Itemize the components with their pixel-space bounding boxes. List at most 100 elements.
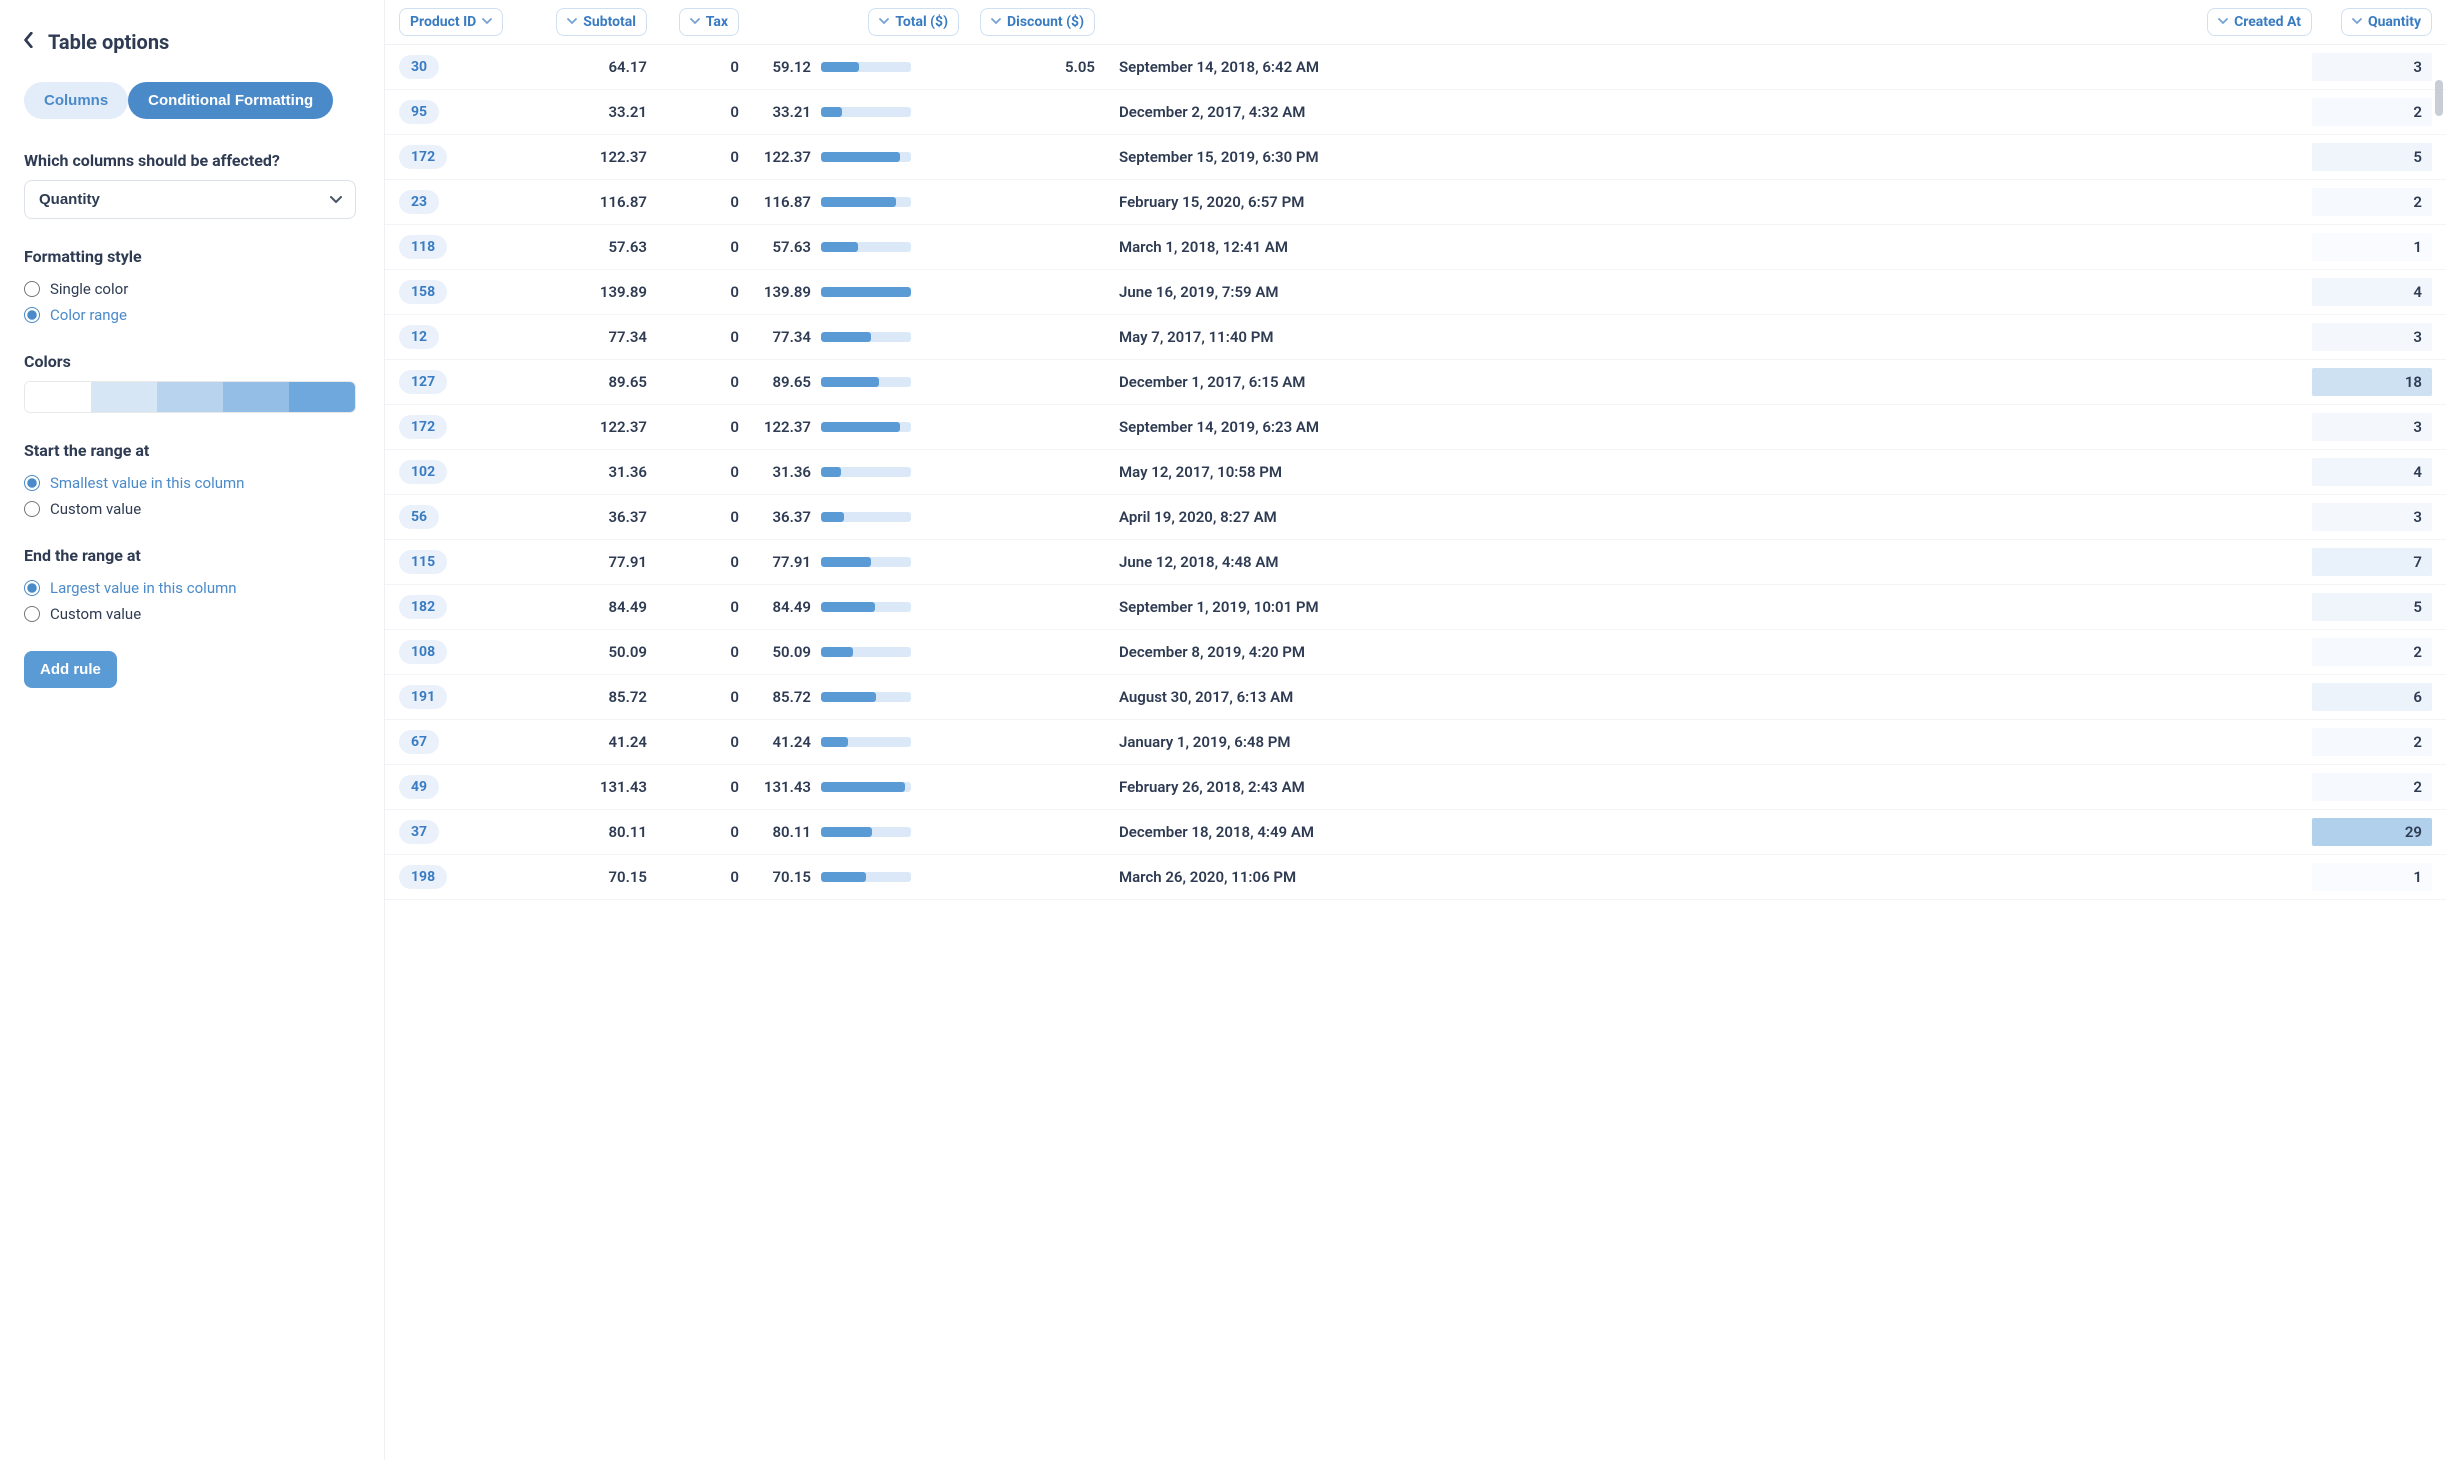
color-swatch[interactable]	[25, 382, 91, 412]
product-id-pill[interactable]: 102	[399, 460, 447, 484]
quantity-value: 2	[2312, 728, 2432, 756]
column-header-pill-discount[interactable]: Discount ($)	[980, 8, 1095, 36]
table-row[interactable]: 172122.370122.37September 15, 2019, 6:30…	[385, 135, 2446, 180]
scrollbar-thumb[interactable]	[2435, 80, 2443, 116]
product-id-pill[interactable]: 67	[399, 730, 439, 754]
total-value: 139.89	[749, 283, 811, 301]
color-swatch[interactable]	[91, 382, 157, 412]
table-options-sidebar: Table options Columns Conditional Format…	[0, 0, 385, 1460]
color-ramp[interactable]	[24, 381, 356, 413]
table-row[interactable]: 1277.34077.34May 7, 2017, 11:40 PM3	[385, 315, 2446, 360]
radio-color-range-label: Color range	[50, 306, 127, 324]
product-id-pill[interactable]: 95	[399, 100, 439, 124]
cell-tax: 0	[659, 148, 749, 166]
product-id-pill[interactable]: 191	[399, 685, 447, 709]
product-id-pill[interactable]: 23	[399, 190, 439, 214]
column-header-pill-tax[interactable]: Tax	[679, 8, 739, 36]
product-id-pill[interactable]: 118	[399, 235, 447, 259]
chevron-left-icon[interactable]	[24, 32, 36, 52]
product-id-pill[interactable]: 198	[399, 865, 447, 889]
cell-product-id: 198	[399, 865, 539, 889]
table-row[interactable]: 172122.370122.37September 14, 2019, 6:23…	[385, 405, 2446, 450]
table-row[interactable]: 18284.49084.49September 1, 2019, 10:01 P…	[385, 585, 2446, 630]
quantity-value: 4	[2312, 278, 2432, 306]
table-row[interactable]: 11577.91077.91June 12, 2018, 4:48 AM7	[385, 540, 2446, 585]
product-id-pill[interactable]: 49	[399, 775, 439, 799]
table-row[interactable]: 10850.09050.09December 8, 2019, 4:20 PM2	[385, 630, 2446, 675]
cell-product-id: 172	[399, 415, 539, 439]
affected-columns-select[interactable]: Quantity	[24, 180, 356, 219]
total-bar	[821, 782, 911, 792]
radio-single-color[interactable]: Single color	[24, 276, 356, 302]
product-id-pill[interactable]: 37	[399, 820, 439, 844]
chevron-down-icon	[2352, 14, 2362, 30]
radio-end-custom[interactable]: Custom value	[24, 601, 356, 627]
product-id-pill[interactable]: 182	[399, 595, 447, 619]
cell-tax: 0	[659, 598, 749, 616]
product-id-pill[interactable]: 115	[399, 550, 447, 574]
radio-color-range-input[interactable]	[24, 307, 40, 323]
radio-start-smallest[interactable]: Smallest value in this column	[24, 470, 356, 496]
color-swatch[interactable]	[223, 382, 289, 412]
cell-created-at: January 1, 2019, 6:48 PM	[1109, 733, 2312, 751]
cell-quantity: 1	[2312, 863, 2432, 891]
table-row[interactable]: 6741.24041.24January 1, 2019, 6:48 PM2	[385, 720, 2446, 765]
table-row[interactable]: 158139.890139.89June 16, 2019, 7:59 AM4	[385, 270, 2446, 315]
table-row[interactable]: 19870.15070.15March 26, 2020, 11:06 PM1	[385, 855, 2446, 900]
table-row[interactable]: 23116.870116.87February 15, 2020, 6:57 P…	[385, 180, 2446, 225]
radio-single-color-label: Single color	[50, 280, 128, 298]
radio-start-smallest-input[interactable]	[24, 475, 40, 491]
table-row[interactable]: 49131.430131.43February 26, 2018, 2:43 A…	[385, 765, 2446, 810]
table-row[interactable]: 10231.36031.36May 12, 2017, 10:58 PM4	[385, 450, 2446, 495]
radio-single-color-input[interactable]	[24, 281, 40, 297]
radio-start-custom[interactable]: Custom value	[24, 496, 356, 522]
column-header-pill-subtotal[interactable]: Subtotal	[556, 8, 647, 36]
cell-quantity: 1	[2312, 233, 2432, 261]
table-row[interactable]: 19185.72085.72August 30, 2017, 6:13 AM6	[385, 675, 2446, 720]
color-swatch[interactable]	[157, 382, 223, 412]
quantity-value: 7	[2312, 548, 2432, 576]
radio-end-largest-input[interactable]	[24, 580, 40, 596]
radio-start-custom-input[interactable]	[24, 501, 40, 517]
table-row[interactable]: 9533.21033.21December 2, 2017, 4:32 AM2	[385, 90, 2446, 135]
add-rule-button[interactable]: Add rule	[24, 651, 117, 688]
table-row[interactable]: 11857.63057.63March 1, 2018, 12:41 AM1	[385, 225, 2446, 270]
product-id-pill[interactable]: 158	[399, 280, 447, 304]
total-value: 122.37	[749, 418, 811, 436]
chevron-down-icon	[567, 14, 577, 30]
cell-subtotal: 41.24	[539, 733, 659, 751]
column-header-pill-quantity[interactable]: Quantity	[2341, 8, 2432, 36]
cell-subtotal: 80.11	[539, 823, 659, 841]
column-header-pill-product_id[interactable]: Product ID	[399, 8, 503, 36]
cell-quantity: 29	[2312, 818, 2432, 846]
color-swatch[interactable]	[289, 382, 355, 412]
column-header-pill-created_at[interactable]: Created At	[2207, 8, 2312, 36]
total-bar	[821, 557, 911, 567]
product-id-pill[interactable]: 30	[399, 55, 439, 79]
radio-color-range[interactable]: Color range	[24, 302, 356, 328]
tab-columns[interactable]: Columns	[24, 82, 128, 119]
cell-created-at: April 19, 2020, 8:27 AM	[1109, 508, 2312, 526]
product-id-pill[interactable]: 172	[399, 415, 447, 439]
cell-total: 33.21	[749, 103, 959, 121]
total-bar-fill	[821, 782, 905, 792]
table-row[interactable]: 3064.17059.125.05September 14, 2018, 6:4…	[385, 45, 2446, 90]
column-header-label: Subtotal	[583, 14, 636, 30]
cell-tax: 0	[659, 553, 749, 571]
quantity-value: 29	[2312, 818, 2432, 846]
table-row[interactable]: 12789.65089.65December 1, 2017, 6:15 AM1…	[385, 360, 2446, 405]
quantity-value: 4	[2312, 458, 2432, 486]
product-id-pill[interactable]: 56	[399, 505, 439, 529]
table-row[interactable]: 3780.11080.11December 18, 2018, 4:49 AM2…	[385, 810, 2446, 855]
cell-created-at: December 2, 2017, 4:32 AM	[1109, 103, 2312, 121]
column-header-pill-total[interactable]: Total ($)	[868, 8, 959, 36]
product-id-pill[interactable]: 127	[399, 370, 447, 394]
radio-end-custom-input[interactable]	[24, 606, 40, 622]
product-id-pill[interactable]: 12	[399, 325, 439, 349]
tab-conditional-formatting[interactable]: Conditional Formatting	[128, 82, 333, 119]
radio-end-largest[interactable]: Largest value in this column	[24, 575, 356, 601]
product-id-pill[interactable]: 172	[399, 145, 447, 169]
cell-created-at: August 30, 2017, 6:13 AM	[1109, 688, 2312, 706]
product-id-pill[interactable]: 108	[399, 640, 447, 664]
table-row[interactable]: 5636.37036.37April 19, 2020, 8:27 AM3	[385, 495, 2446, 540]
